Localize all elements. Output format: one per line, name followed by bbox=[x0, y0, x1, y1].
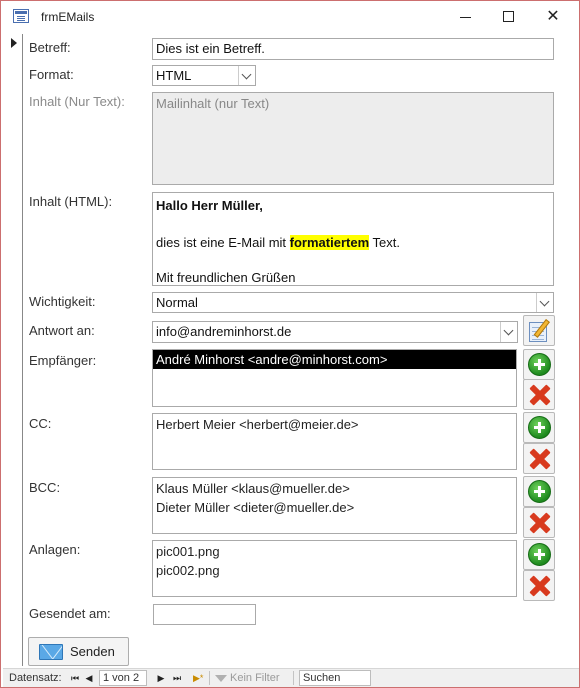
filter-label: Kein Filter bbox=[230, 672, 280, 684]
remove-cc-button[interactable] bbox=[523, 443, 555, 474]
notepad-pencil-icon bbox=[529, 319, 551, 343]
next-record-icon[interactable]: ▶ bbox=[155, 671, 167, 685]
list-item[interactable]: pic001.png bbox=[153, 542, 516, 561]
record-navigation-bar: Datensatz: ⏮ ◀ 1 von 2 ▶ ⏭ ▶* Kein Filte… bbox=[3, 668, 579, 687]
delete-icon bbox=[529, 448, 551, 470]
add-icon bbox=[528, 353, 551, 376]
antwort-an-value: info@andreminhorst.de bbox=[156, 324, 292, 339]
close-icon: ✕ bbox=[546, 8, 560, 25]
html-closing: Mit freundlichen Grüßen bbox=[156, 270, 296, 285]
html-body-after: Text. bbox=[369, 235, 400, 250]
inhalt-text-field: Mailinhalt (nur Text) bbox=[152, 92, 554, 185]
list-item[interactable]: Klaus Müller <klaus@mueller.de> bbox=[153, 479, 516, 498]
form-window: frmEMails ✕ Betreff: Dies ist ein Betref… bbox=[0, 0, 580, 688]
antwort-an-label: Antwort an: bbox=[29, 323, 95, 338]
remove-recipient-button[interactable] bbox=[523, 379, 555, 410]
minimize-icon bbox=[460, 17, 471, 18]
delete-icon bbox=[529, 512, 551, 534]
antwort-an-select[interactable]: info@andreminhorst.de bbox=[152, 321, 518, 343]
chevron-down-icon[interactable] bbox=[500, 322, 517, 342]
window-title: frmEMails bbox=[41, 10, 95, 24]
add-icon bbox=[528, 543, 551, 566]
gesendet-am-label: Gesendet am: bbox=[29, 606, 111, 621]
cc-label: CC: bbox=[29, 416, 52, 431]
current-record-icon bbox=[11, 38, 17, 48]
add-attachment-button[interactable] bbox=[523, 539, 555, 570]
cc-list[interactable]: Herbert Meier <herbert@meier.de> bbox=[152, 413, 517, 470]
wichtigkeit-select[interactable]: Normal bbox=[152, 292, 554, 313]
gesendet-am-field[interactable] bbox=[153, 604, 256, 625]
delete-icon bbox=[529, 384, 551, 406]
html-body-before: dies ist eine E-Mail mit bbox=[156, 235, 290, 250]
format-label: Format: bbox=[29, 67, 74, 82]
list-item[interactable]: Herbert Meier <herbert@meier.de> bbox=[153, 415, 516, 434]
edit-sender-button[interactable] bbox=[523, 315, 555, 346]
bcc-label: BCC: bbox=[29, 480, 61, 495]
html-body-line: dies ist eine E-Mail mit formatiertem Te… bbox=[156, 233, 550, 252]
close-button[interactable]: ✕ bbox=[533, 5, 573, 29]
anlagen-label: Anlagen: bbox=[29, 542, 81, 557]
remove-attachment-button[interactable] bbox=[523, 570, 555, 601]
empfaenger-label: Empfänger: bbox=[29, 353, 97, 368]
filter-icon bbox=[215, 674, 227, 682]
search-input[interactable]: Suchen bbox=[299, 670, 371, 686]
new-record-icon[interactable]: ▶* bbox=[193, 671, 205, 685]
list-item[interactable]: pic002.png bbox=[153, 561, 516, 580]
html-greeting: Hallo Herr Müller, bbox=[156, 198, 263, 213]
format-select[interactable]: HTML bbox=[152, 65, 256, 86]
maximize-button[interactable] bbox=[489, 5, 529, 29]
inhalt-text-label: Inhalt (Nur Text): bbox=[29, 94, 125, 109]
betreff-field[interactable]: Dies ist ein Betreff. bbox=[152, 38, 554, 60]
format-value: HTML bbox=[156, 68, 192, 83]
html-highlight: formatiertem bbox=[289, 235, 370, 250]
last-record-icon[interactable]: ⏭ bbox=[171, 671, 183, 685]
send-button-label: Senden bbox=[70, 644, 115, 659]
wichtigkeit-value: Normal bbox=[156, 295, 198, 310]
minimize-button[interactable] bbox=[446, 5, 486, 29]
form-icon bbox=[13, 9, 29, 23]
inhalt-html-editor[interactable]: Hallo Herr Müller, dies ist eine E-Mail … bbox=[152, 192, 554, 286]
add-icon bbox=[528, 480, 551, 503]
previous-record-icon[interactable]: ◀ bbox=[83, 671, 95, 685]
empfaenger-list[interactable]: André Minhorst <andre@minhorst.com> bbox=[152, 349, 517, 407]
bcc-list[interactable]: Klaus Müller <klaus@mueller.de> Dieter M… bbox=[152, 477, 517, 534]
add-icon bbox=[528, 416, 551, 439]
nav-label: Datensatz: bbox=[9, 672, 62, 684]
filter-button[interactable]: Kein Filter bbox=[215, 672, 280, 684]
first-record-icon[interactable]: ⏮ bbox=[69, 671, 81, 685]
anlagen-list[interactable]: pic001.png pic002.png bbox=[152, 540, 517, 597]
chevron-down-icon[interactable] bbox=[238, 66, 255, 85]
list-item[interactable]: André Minhorst <andre@minhorst.com> bbox=[153, 350, 516, 369]
betreff-label: Betreff: bbox=[29, 40, 71, 55]
maximize-icon bbox=[503, 11, 514, 22]
add-recipient-button[interactable] bbox=[523, 349, 555, 380]
list-item[interactable]: Dieter Müller <dieter@mueller.de> bbox=[153, 498, 516, 517]
chevron-down-icon[interactable] bbox=[536, 293, 553, 312]
inhalt-html-label: Inhalt (HTML): bbox=[29, 194, 113, 209]
add-bcc-button[interactable] bbox=[523, 476, 555, 507]
title-bar: frmEMails ✕ bbox=[1, 1, 579, 33]
current-record-field[interactable]: 1 von 2 bbox=[99, 670, 147, 686]
wichtigkeit-label: Wichtigkeit: bbox=[29, 294, 96, 309]
delete-icon bbox=[529, 575, 551, 597]
add-cc-button[interactable] bbox=[523, 412, 555, 443]
send-button[interactable]: Senden bbox=[28, 637, 129, 666]
record-selector[interactable] bbox=[3, 34, 23, 666]
envelope-icon bbox=[39, 644, 63, 660]
remove-bcc-button[interactable] bbox=[523, 507, 555, 538]
